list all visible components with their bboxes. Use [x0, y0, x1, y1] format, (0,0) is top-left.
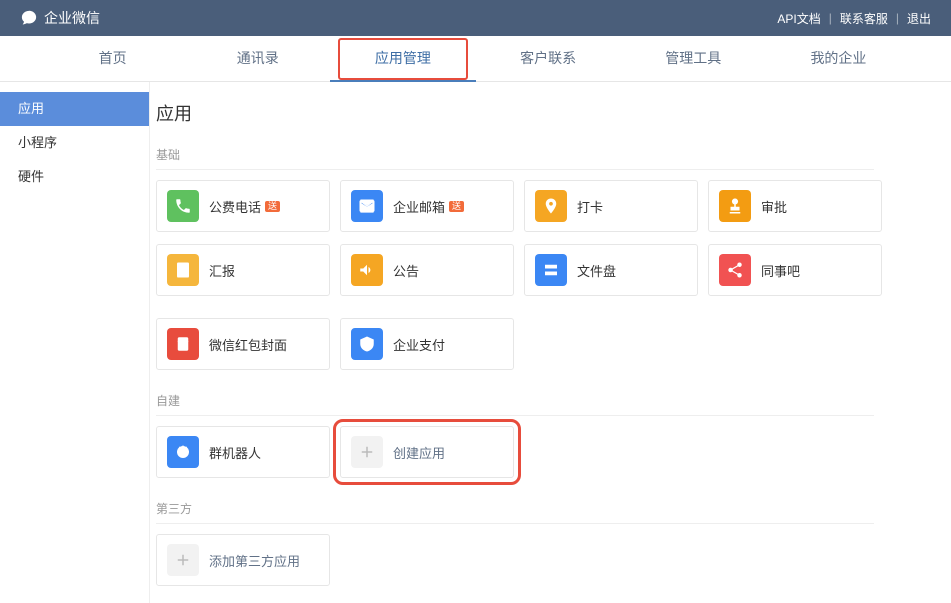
app-card-redpacket[interactable]: 微信红包封面	[156, 318, 330, 370]
app-card-filedisk[interactable]: 文件盘	[524, 244, 698, 296]
tab-apps[interactable]: 应用管理	[330, 36, 475, 82]
phone-icon	[167, 190, 199, 222]
app-card-pay[interactable]: 企业支付	[340, 318, 514, 370]
topbar: 企业微信 API文档 | 联系客服 | 退出	[0, 0, 951, 36]
create-app-button[interactable]: 创建应用	[340, 426, 514, 478]
bot-icon	[167, 436, 199, 468]
share-icon	[719, 254, 751, 286]
document-icon	[167, 254, 199, 286]
plus-icon	[351, 436, 383, 468]
chat-icon	[20, 9, 38, 27]
app-card-announcement[interactable]: 公告	[340, 244, 514, 296]
app-card-bot[interactable]: 群机器人	[156, 426, 330, 478]
logout-link[interactable]: 退出	[907, 10, 931, 27]
brand-logo: 企业微信	[20, 8, 100, 28]
add-thirdparty-button[interactable]: 添加第三方应用	[156, 534, 330, 586]
sidebar-item-hardware[interactable]: 硬件	[0, 160, 149, 194]
sidebar: 应用 小程序 硬件	[0, 82, 150, 603]
app-card-mail[interactable]: 企业邮箱送	[340, 180, 514, 232]
main-content: 应用 基础 公费电话送 企业邮箱送 打卡 审批	[150, 82, 951, 603]
badge: 送	[265, 201, 280, 212]
api-docs-link[interactable]: API文档	[777, 10, 820, 27]
tab-tools[interactable]: 管理工具	[621, 36, 766, 82]
disk-icon	[535, 254, 567, 286]
page-title: 应用	[156, 100, 951, 126]
tab-home[interactable]: 首页	[40, 36, 185, 82]
sidebar-item-apps[interactable]: 应用	[0, 92, 149, 126]
app-card-colleague[interactable]: 同事吧	[708, 244, 882, 296]
location-icon	[535, 190, 567, 222]
top-links: API文档 | 联系客服 | 退出	[777, 10, 931, 27]
section-basic: 基础	[156, 146, 874, 170]
section-self: 自建	[156, 392, 874, 416]
redpacket-icon	[167, 328, 199, 360]
app-card-phone[interactable]: 公费电话送	[156, 180, 330, 232]
app-card-report[interactable]: 汇报	[156, 244, 330, 296]
brand-label: 企业微信	[44, 8, 100, 28]
section-third: 第三方	[156, 500, 874, 524]
tab-contacts[interactable]: 通讯录	[185, 36, 330, 82]
badge: 送	[449, 201, 464, 212]
check-icon	[351, 328, 383, 360]
tab-customer[interactable]: 客户联系	[476, 36, 621, 82]
sidebar-item-miniprograms[interactable]: 小程序	[0, 126, 149, 160]
support-link[interactable]: 联系客服	[840, 10, 888, 27]
stamp-icon	[719, 190, 751, 222]
app-card-approval[interactable]: 审批	[708, 180, 882, 232]
mail-icon	[351, 190, 383, 222]
megaphone-icon	[351, 254, 383, 286]
app-card-checkin[interactable]: 打卡	[524, 180, 698, 232]
plus-icon	[167, 544, 199, 576]
highlight-box	[338, 38, 467, 80]
nav-tabs: 首页 通讯录 应用管理 客户联系 管理工具 我的企业	[0, 36, 951, 82]
tab-myorg[interactable]: 我的企业	[766, 36, 911, 82]
